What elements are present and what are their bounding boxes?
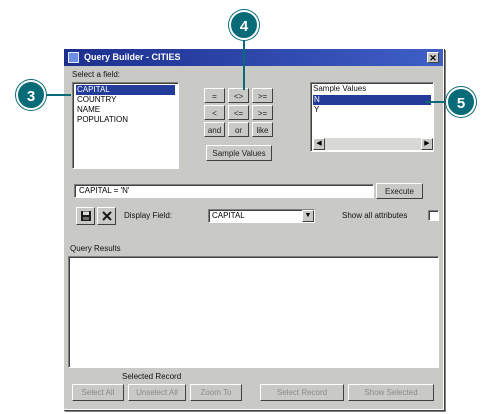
query-expression-input[interactable]: CAPITAL = 'N' (74, 184, 374, 198)
callout-3-badge: 3 (16, 80, 46, 110)
sample-values-button[interactable]: Sample Values (206, 145, 272, 161)
clear-button[interactable] (97, 207, 116, 225)
callout-4-badge: 4 (229, 10, 259, 40)
op-lt-button[interactable]: < (204, 105, 225, 120)
clear-icon (101, 211, 112, 221)
op-lte-button[interactable]: <= (228, 105, 249, 120)
scroll-right-icon[interactable]: ▶ (421, 138, 433, 150)
query-builder-window: Query Builder - CITIES ✕ Select a field:… (63, 48, 444, 410)
selected-record-label: Selected Record (122, 372, 182, 381)
op-or-button[interactable]: or (228, 122, 249, 137)
sample-item-y[interactable]: Y (313, 105, 431, 115)
horizontal-scrollbar[interactable]: ◀ ▶ (313, 138, 433, 150)
field-list[interactable]: CAPITAL COUNTRY NAME POPULATION (72, 82, 179, 169)
chevron-down-icon[interactable]: ▼ (302, 210, 314, 222)
show-all-attributes-checkbox[interactable] (428, 210, 439, 221)
op-gte2-button[interactable]: >= (252, 105, 273, 120)
close-button[interactable]: ✕ (427, 52, 439, 63)
field-item-name[interactable]: NAME (76, 105, 175, 115)
field-item-country[interactable]: COUNTRY (76, 95, 175, 105)
scroll-left-icon[interactable]: ◀ (313, 138, 325, 150)
sample-values-panel: Sample Values N Y ◀ ▶ (310, 82, 434, 152)
callout-5-badge: 5 (446, 87, 476, 117)
save-icon (80, 211, 91, 221)
display-field-value: CAPITAL (212, 211, 245, 220)
sample-values-label: Sample Values (313, 84, 367, 93)
sample-values-list[interactable]: N Y (313, 95, 431, 137)
window-title: Query Builder - CITIES (84, 52, 181, 62)
display-field-label: Display Field: (124, 211, 173, 220)
op-not-equal-button[interactable]: <> (228, 88, 249, 103)
field-item-capital[interactable]: CAPITAL (76, 85, 175, 95)
op-equals-button[interactable]: = (204, 88, 225, 103)
show-all-attributes-label: Show all attributes (342, 211, 408, 220)
callout-4-pointer (243, 38, 245, 90)
op-and-button[interactable]: and (204, 122, 225, 137)
app-icon (68, 52, 79, 63)
zoom-to-button[interactable]: Zoom To (190, 384, 242, 401)
title-bar[interactable]: Query Builder - CITIES ✕ (64, 49, 443, 66)
select-record-button[interactable]: Select Record (260, 384, 344, 401)
field-list-label: Select a field: (72, 70, 121, 79)
unselect-all-button[interactable]: Unselect All (128, 384, 186, 401)
op-like-button[interactable]: like (252, 122, 273, 137)
op-gte-button[interactable]: >= (252, 88, 273, 103)
sample-item-n[interactable]: N (313, 95, 431, 105)
show-selected-button[interactable]: Show Selected (348, 384, 434, 401)
save-button[interactable] (76, 207, 95, 225)
query-results-label: Query Results (70, 244, 121, 253)
select-all-button[interactable]: Select All (72, 384, 124, 401)
field-item-population[interactable]: POPULATION (76, 115, 175, 125)
execute-button[interactable]: Execute (376, 183, 423, 199)
query-results-list[interactable] (68, 256, 439, 368)
display-field-select[interactable]: CAPITAL ▼ (208, 209, 315, 223)
